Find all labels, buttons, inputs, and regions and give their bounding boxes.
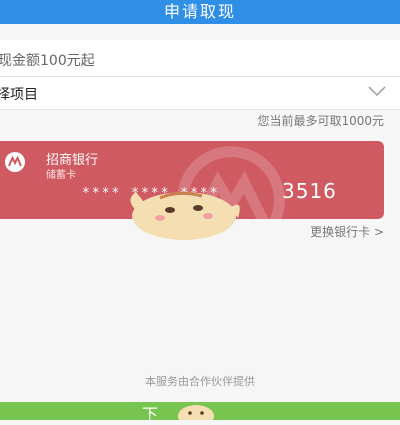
project-select[interactable]: 择项目 bbox=[0, 77, 400, 110]
card-last-digits: 3516 bbox=[282, 179, 337, 203]
card-type: 储蓄卡 bbox=[46, 170, 76, 181]
project-select-label: 择项目 bbox=[0, 87, 38, 103]
mascot-small-icon bbox=[178, 405, 214, 420]
bank-logo-icon bbox=[5, 152, 25, 172]
chevron-down-icon bbox=[368, 86, 386, 97]
max-withdraw-hint: 您当前最多可取1000元 bbox=[257, 114, 384, 128]
page-title: 申请取现 bbox=[0, 0, 400, 24]
mascot-sticker-icon bbox=[130, 191, 240, 240]
amount-placeholder: 现金额100元起 bbox=[0, 53, 95, 69]
amount-input[interactable]: 现金额100元起 bbox=[0, 40, 400, 77]
next-button-label: 下 bbox=[142, 405, 159, 424]
change-bank-card-link[interactable]: 更换银行卡 > bbox=[310, 223, 384, 240]
provider-note: 本服务由合作伙伴提供 bbox=[145, 375, 255, 388]
